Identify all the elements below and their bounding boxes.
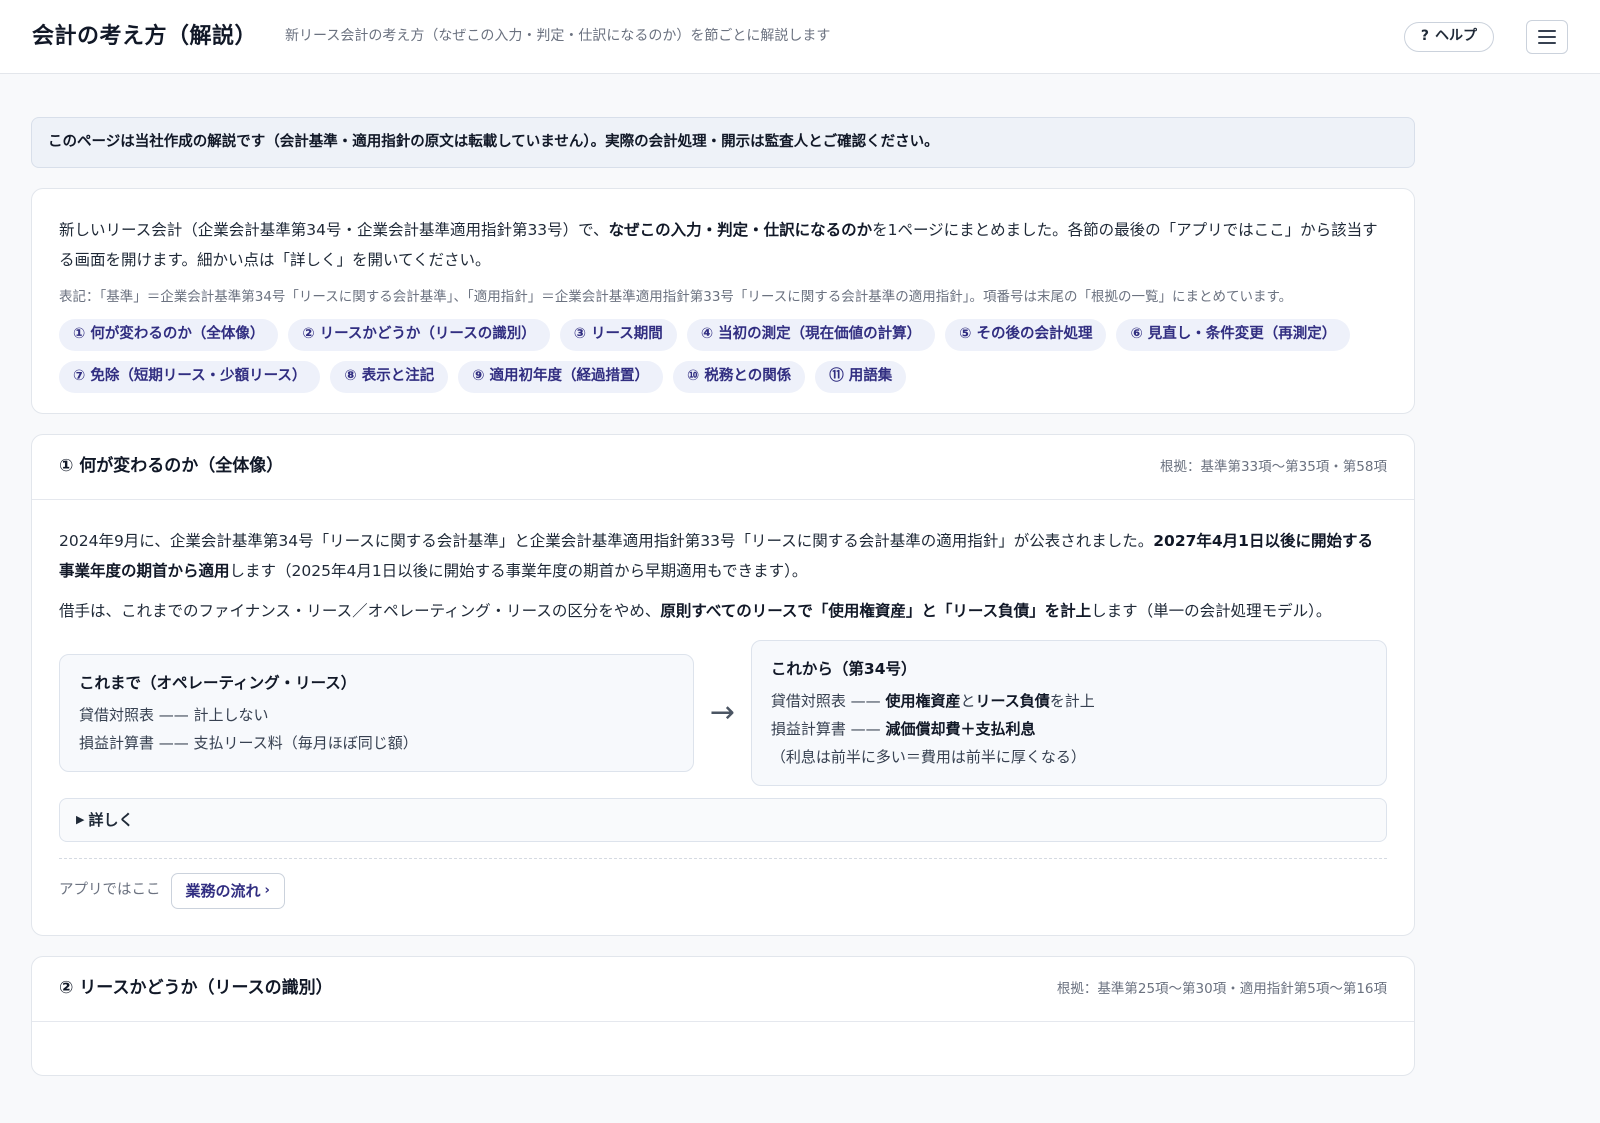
toc-chip-exemptions[interactable]: ⑦ 免除（短期リース・少額リース）: [59, 361, 321, 393]
section-header: ② リースかどうか（リースの識別） 根拠：基準第25項〜第30項・適用指針第5項…: [32, 957, 1414, 1022]
toc-chip-identification[interactable]: ② リースかどうか（リースの識別）: [288, 319, 550, 351]
workflow-link-button[interactable]: 業務の流れ ›: [170, 873, 285, 909]
before-title: これまで（オペレーティング・リース）: [79, 674, 357, 692]
details-toggle[interactable]: ▶ 詳しく: [59, 798, 1387, 842]
after-box: これから（第34号） 貸借対照表 —— 使用権資産とリース負債を計上 損益計算書…: [750, 640, 1387, 786]
before-after-comparison: これまで（オペレーティング・リース） 貸借対照表 —— 計上しない 損益計算書 …: [59, 640, 1387, 786]
intro-text: 新しいリース会計（企業会計基準第34号・企業会計基準適用指針第33号）で、なぜこ…: [59, 221, 1378, 269]
section-title: ② リースかどうか（リースの識別）: [59, 978, 333, 999]
toc-chip-glossary[interactable]: ⑪ 用語集: [815, 361, 907, 393]
toc-chip-remeasurement[interactable]: ⑥ 見直し・条件変更（再測定）: [1116, 319, 1351, 351]
main-content: このページは当社作成の解説です（会計基準・適用指針の原文は転載していません）。実…: [31, 117, 1415, 1076]
app-header: 会計の考え方（解説） 新リース会計の考え方（なぜこの入力・判定・仕訳になるのか）…: [0, 0, 1600, 74]
menu-button[interactable]: [1526, 19, 1568, 54]
toc-chip-overview[interactable]: ① 何が変わるのか（全体像）: [59, 319, 279, 351]
before-balance-sheet: 貸借対照表 —— 計上しない: [79, 706, 269, 724]
toc-chip-subsequent[interactable]: ⑤ その後の会計処理: [945, 319, 1107, 351]
details-label: 詳しく: [88, 810, 134, 829]
toc-chip-presentation[interactable]: ⑧ 表示と注記: [330, 361, 449, 393]
question-icon: ?: [1420, 28, 1429, 44]
page-subtitle: 新リース会計の考え方（なぜこの入力・判定・仕訳になるのか）を節ごとに解説します: [285, 28, 831, 44]
chevron-right-icon: ›: [264, 883, 270, 899]
page-title: 会計の考え方（解説）: [32, 24, 258, 49]
before-income-statement: 損益計算書 —— 支払リース料（毎月ほぼ同じ額）: [79, 734, 418, 752]
paragraph-single-model: 借手は、これまでのファイナンス・リース／オペレーティング・リースの区分をやめ、原…: [59, 602, 1332, 620]
section-overview: ① 何が変わるのか（全体像） 根拠：基準第33項〜第35項・第58項 2024年…: [31, 434, 1415, 936]
toc-chip-initial-measurement[interactable]: ④ 当初の測定（現在価値の計算）: [686, 319, 936, 351]
table-of-contents: ① 何が変わるのか（全体像） ② リースかどうか（リースの識別） ③ リース期間…: [59, 319, 1387, 393]
toc-chip-tax[interactable]: ⑩ 税務との関係: [673, 361, 806, 393]
section-header: ① 何が変わるのか（全体像） 根拠：基準第33項〜第35項・第58項: [32, 435, 1414, 500]
after-note: （利息は前半に多い＝費用は前半に厚くなる）: [770, 748, 1086, 766]
app-link-label: アプリではここ: [59, 882, 161, 899]
after-title: これから（第34号）: [770, 660, 917, 678]
app-link-row: アプリではここ 業務の流れ ›: [59, 858, 1387, 909]
section-title: ① 何が変わるのか（全体像）: [59, 456, 284, 477]
after-income-statement: 損益計算書 —— 減価償却費＋支払利息: [770, 720, 1036, 738]
intro-card: 新しいリース会計（企業会計基準第34号・企業会計基準適用指針第33号）で、なぜこ…: [31, 188, 1415, 414]
intro-notation-note: 表記：「基準」＝企業会計基準第34号「リースに関する会計基準」、「適用指針」＝企…: [59, 289, 1293, 305]
disclaimer-notice: このページは当社作成の解説です（会計基準・適用指針の原文は転載していません）。実…: [31, 117, 1415, 168]
help-label: ヘルプ: [1435, 28, 1477, 44]
section-identification: ② リースかどうか（リースの識別） 根拠：基準第25項〜第30項・適用指針第5項…: [31, 956, 1415, 1076]
before-box: これまで（オペレーティング・リース） 貸借対照表 —— 計上しない 損益計算書 …: [59, 654, 695, 772]
paragraph-publication: 2024年9月に、企業会計基準第34号「リースに関する会計基準」と企業会計基準適…: [59, 532, 1373, 580]
after-balance-sheet: 貸借対照表 —— 使用権資産とリース負債を計上: [770, 692, 1095, 710]
triangle-right-icon: ▶: [76, 812, 85, 826]
toc-chip-transition[interactable]: ⑨ 適用初年度（経過措置）: [458, 361, 664, 393]
section-basis: 根拠：基準第33項〜第35項・第58項: [1159, 458, 1387, 475]
hamburger-icon: [1538, 29, 1556, 44]
help-button[interactable]: ? ヘルプ: [1403, 21, 1494, 52]
section-body: 2024年9月に、企業会計基準第34号「リースに関する会計基準」と企業会計基準適…: [32, 500, 1414, 935]
toc-chip-lease-term[interactable]: ③ リース期間: [559, 319, 677, 351]
workflow-link-label: 業務の流れ: [185, 881, 261, 900]
arrow-right-icon: →: [709, 695, 736, 730]
section-basis: 根拠：基準第25項〜第30項・適用指針第5項〜第16項: [1056, 980, 1387, 997]
